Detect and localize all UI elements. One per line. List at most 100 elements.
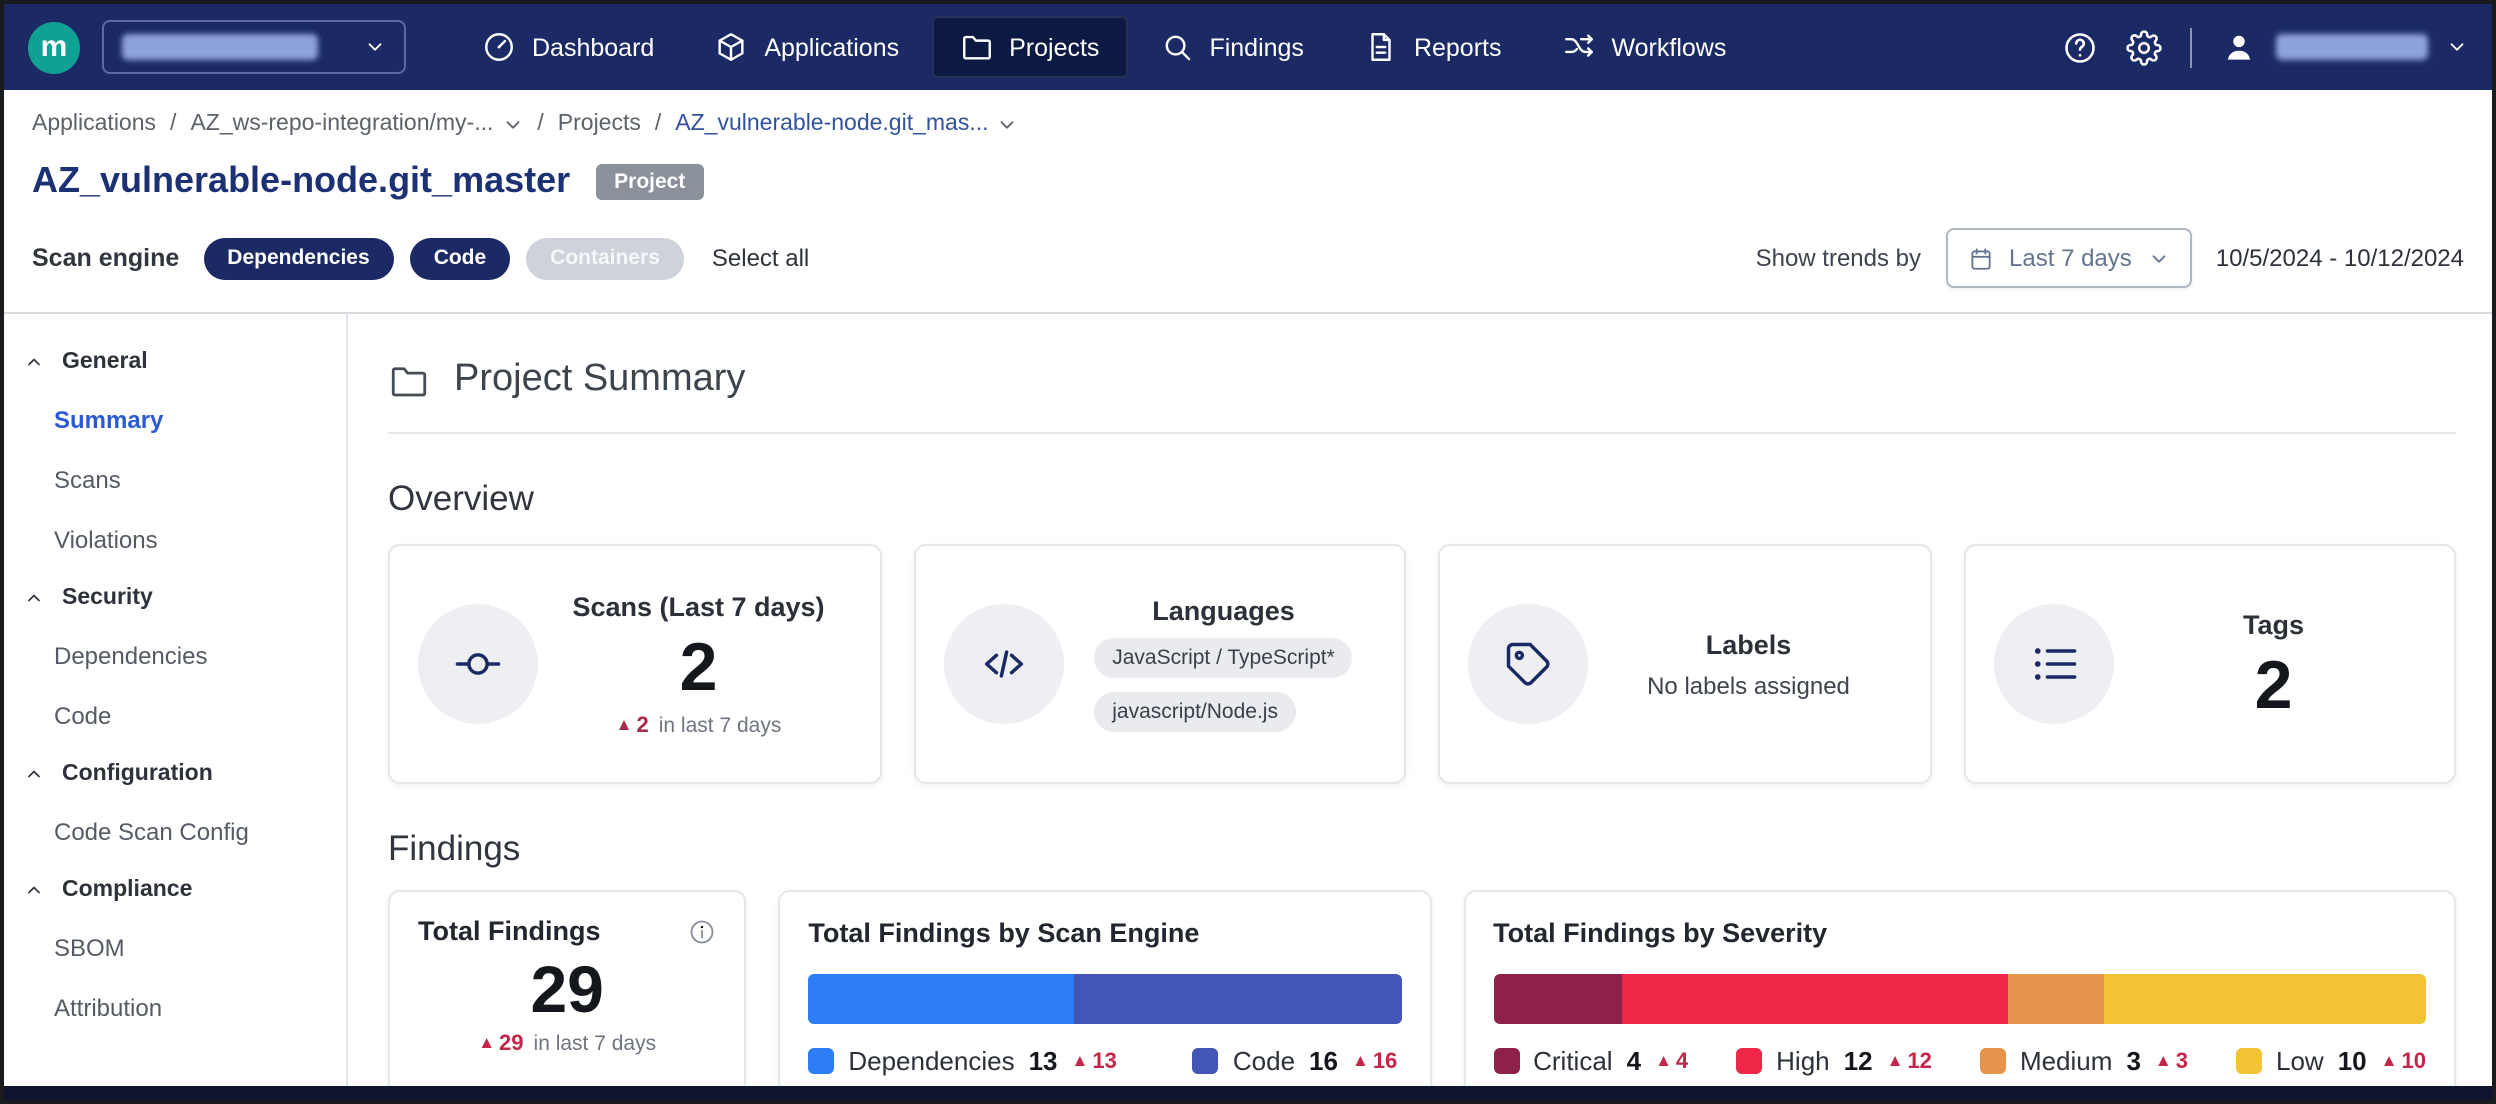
breadcrumb-applications[interactable]: Applications: [32, 112, 156, 136]
overview-cards: Scans (Last 7 days) 2 2 in last 7 days: [388, 544, 2456, 784]
languages-icon-circle: [943, 604, 1063, 724]
nav-item-dashboard[interactable]: Dashboard: [454, 16, 682, 78]
scan-engine-row: Scan engine Dependencies Code Containers…: [4, 220, 2492, 314]
nav-label: Reports: [1414, 33, 1502, 61]
tags-icon-circle: [1993, 604, 2113, 724]
sidebar-section-security[interactable]: Security: [4, 570, 346, 626]
sidebar-item-violations[interactable]: Violations: [4, 510, 346, 570]
total-findings-trend: 29 in last 7 days: [418, 1032, 716, 1056]
scan-icon-circle: [418, 604, 538, 724]
select-all-link[interactable]: Select all: [712, 244, 809, 272]
nav-label: Workflows: [1612, 33, 1727, 61]
legend-value: 16: [1309, 1046, 1338, 1076]
pill-dependencies[interactable]: Dependencies: [203, 237, 393, 279]
applications-icon: [714, 30, 748, 64]
card-title: Total Findings by Severity: [1493, 918, 1827, 948]
settings-button[interactable]: [2126, 29, 2162, 65]
content-area: General Summary Scans Violations Securit…: [4, 314, 2492, 1100]
trend-up-icon: 29: [478, 1032, 523, 1056]
project-summary-title: Project Summary: [454, 358, 745, 402]
legend-medium: Medium 3 3: [1980, 1046, 2188, 1076]
sidebar-section-general[interactable]: General: [4, 334, 346, 390]
redacted-org-name: [122, 34, 318, 60]
legend-swatch: [1193, 1048, 1219, 1074]
breadcrumb-projects[interactable]: Projects: [558, 112, 641, 136]
findings-cards: Total Findings 29 29 in last 7 days Tota…: [388, 890, 2456, 1094]
scan-icon: [452, 638, 504, 690]
help-button[interactable]: [2062, 29, 2098, 65]
labels-empty-text: No labels assigned: [1647, 671, 1850, 699]
breadcrumb-project-name[interactable]: AZ_vulnerable-node.git_mas...: [675, 112, 1018, 136]
bottom-strip: [4, 1086, 2492, 1100]
pill-code[interactable]: Code: [410, 237, 511, 279]
trend-up-icon: 16: [1352, 1049, 1397, 1073]
top-navbar: m Dashboard Applications Projects Findin…: [4, 4, 2492, 90]
legend-critical: Critical 4 4: [1493, 1046, 1688, 1076]
sidebar-item-summary[interactable]: Summary: [4, 390, 346, 450]
nav-item-workflows[interactable]: Workflows: [1534, 16, 1755, 78]
trend-up-icon: 10: [2381, 1049, 2426, 1073]
severity-legend: Critical 4 4 High 12 12 Medium: [1493, 1046, 2426, 1076]
sidebar-section-configuration[interactable]: Configuration: [4, 746, 346, 802]
nav-label: Findings: [1209, 33, 1304, 61]
findings-by-engine-card: Total Findings by Scan Engine Dependenci…: [778, 890, 1431, 1094]
chevron-down-icon: [364, 36, 386, 58]
legend-label: Dependencies: [848, 1046, 1014, 1076]
card-title: Total Findings by Scan Engine: [808, 918, 1199, 948]
card-title: Scans (Last 7 days): [572, 591, 824, 621]
languages-card: Languages JavaScript / TypeScript* javas…: [913, 544, 1406, 784]
nav-item-reports[interactable]: Reports: [1336, 16, 1530, 78]
mend-logo[interactable]: m: [28, 21, 80, 73]
card-title: Languages: [1152, 596, 1295, 626]
nav-divider: [2190, 27, 2192, 67]
sidebar-section-compliance[interactable]: Compliance: [4, 862, 346, 918]
sidebar-item-attribution[interactable]: Attribution: [4, 978, 346, 1038]
legend-swatch: [808, 1048, 834, 1074]
legend-value: 10: [2338, 1046, 2367, 1076]
title-row: AZ_vulnerable-node.git_master Project: [4, 154, 2492, 220]
chevron-down-icon: [997, 113, 1019, 135]
nav-item-findings[interactable]: Findings: [1131, 16, 1332, 78]
pill-containers: Containers: [526, 237, 684, 279]
date-range-text: 10/5/2024 - 10/12/2024: [2216, 244, 2464, 272]
tag-icon: [1502, 638, 1554, 690]
sidebar-item-dependencies[interactable]: Dependencies: [4, 626, 346, 686]
primary-nav: Dashboard Applications Projects Findings…: [454, 16, 1754, 78]
trends-period-dropdown[interactable]: Last 7 days: [1945, 228, 2192, 288]
severity-stacked-bar: [1493, 974, 2426, 1024]
nav-label: Dashboard: [532, 33, 654, 61]
section-label: Compliance: [62, 878, 192, 902]
chevron-down-icon: [2148, 247, 2170, 269]
list-icon: [2027, 638, 2079, 690]
breadcrumb-application-name[interactable]: AZ_ws-repo-integration/my-...: [190, 112, 523, 136]
sidebar-item-sbom[interactable]: SBOM: [4, 918, 346, 978]
nav-item-applications[interactable]: Applications: [686, 16, 927, 78]
language-chip: JavaScript / TypeScript*: [1094, 638, 1353, 678]
sidebar-item-code-scan-config[interactable]: Code Scan Config: [4, 802, 346, 862]
org-selector-dropdown[interactable]: [102, 20, 406, 74]
page-title: AZ_vulnerable-node.git_master: [32, 160, 570, 202]
legend-label: Code: [1233, 1046, 1295, 1076]
legend-value: 4: [1627, 1046, 1641, 1076]
projects-icon: [959, 30, 993, 64]
bar-segment-critical: [1493, 974, 1622, 1024]
legend-label: Critical: [1533, 1046, 1612, 1076]
user-menu[interactable]: [2220, 28, 2468, 66]
card-title: Total Findings: [418, 916, 601, 946]
legend-swatch: [2236, 1048, 2262, 1074]
breadcrumb-separator: /: [170, 112, 176, 136]
project-summary-header: Project Summary: [388, 358, 2456, 402]
bar-segment-high: [1622, 974, 2008, 1024]
language-chips: JavaScript / TypeScript* javascript/Node…: [1094, 638, 1353, 732]
nav-item-projects[interactable]: Projects: [931, 16, 1127, 78]
legend-dependencies: Dependencies 13 13: [808, 1046, 1117, 1076]
overview-heading: Overview: [388, 478, 2456, 520]
info-icon[interactable]: [688, 917, 716, 945]
help-icon: [2062, 29, 2098, 65]
legend-high: High 12 12: [1736, 1046, 1932, 1076]
project-badge: Project: [596, 163, 703, 199]
trend-suffix: in last 7 days: [659, 713, 782, 737]
sidebar-item-scans[interactable]: Scans: [4, 450, 346, 510]
breadcrumb-separator: /: [537, 112, 543, 136]
sidebar-item-code[interactable]: Code: [4, 686, 346, 746]
